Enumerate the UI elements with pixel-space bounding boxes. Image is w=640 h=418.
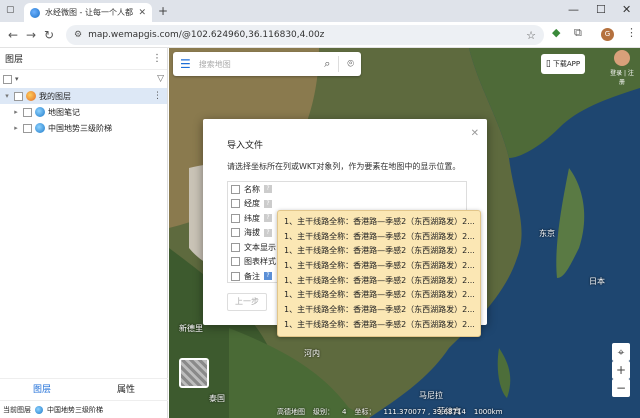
dialog-overlay: 导入文件 ✕ 请选择坐标所在列或WKT对象列，作为要素在地图中的显示位置。 名称… bbox=[169, 48, 640, 418]
filter-icon[interactable]: ▽ bbox=[157, 74, 164, 84]
expand-icon[interactable]: ▾ bbox=[3, 92, 11, 100]
layer-icon bbox=[35, 107, 45, 117]
bookmark-star-icon[interactable]: ☆ bbox=[526, 29, 536, 42]
layer-icon bbox=[35, 405, 43, 414]
close-icon[interactable]: ✕ bbox=[471, 128, 479, 139]
current-layer-label: 当前图层 bbox=[3, 405, 31, 414]
tooltip-line: 1、主干线路全称：香港路—季感2（东西湖路发）2... bbox=[284, 319, 474, 329]
field-value-tooltip: 1、主干线路全称：香港路—季感2（东西湖路发）2... 1、主干线路全称：香港路… bbox=[277, 210, 481, 337]
field-checkbox[interactable] bbox=[231, 242, 240, 252]
tooltip-line: 1、主干线路全称：香港路—季感2（东西湖路发）2... bbox=[284, 261, 474, 271]
layer-folder-icon bbox=[26, 91, 36, 101]
tree-item-my-layers[interactable]: ▾ 我的图层 ⋮ bbox=[0, 88, 167, 104]
profile-avatar[interactable]: G bbox=[601, 28, 614, 41]
extension-icon[interactable]: ◆ bbox=[552, 26, 560, 39]
tooltip-line: 1、主干线路全称：香港路—季感2（东西湖路发）2... bbox=[284, 231, 474, 241]
close-tab-icon[interactable]: ✕ bbox=[138, 8, 146, 18]
help-icon[interactable]: ? bbox=[264, 214, 272, 223]
extensions-puzzle-icon[interactable]: ⧉ bbox=[574, 26, 582, 40]
browser-menu-icon[interactable]: ⋮ bbox=[626, 26, 637, 39]
field-checkbox[interactable] bbox=[231, 271, 240, 281]
tooltip-line: 1、主干线路全称：香港路—季感2（东西湖路发）2... bbox=[284, 217, 474, 226]
field-checkbox[interactable] bbox=[231, 213, 240, 223]
field-label: 名称 bbox=[244, 184, 260, 194]
expand-icon[interactable]: ▸ bbox=[12, 124, 20, 132]
select-all-checkbox[interactable] bbox=[3, 74, 12, 84]
tab-layers[interactable]: 图层 bbox=[0, 379, 84, 400]
site-info-icon[interactable]: ⚙ bbox=[74, 30, 82, 40]
help-icon[interactable]: ? bbox=[264, 199, 272, 208]
browser-nav-bar: ← → ↻ ⚙ map.wemapgis.com/@102.624960,36.… bbox=[0, 22, 640, 48]
close-window-icon[interactable]: ✕ bbox=[622, 3, 631, 16]
tab-title: 水经微图 - 让每一个人都有自己... bbox=[45, 8, 133, 17]
tree-item-map-notes[interactable]: ▸ 地图笔记 bbox=[0, 104, 167, 120]
current-layer-status: 当前图层 中国地势三级阶梯 bbox=[0, 400, 168, 418]
browser-tab[interactable]: 水经微图 - 让每一个人都有自己... ✕ bbox=[24, 3, 152, 22]
tooltip-line: 1、主干线路全称：香港路—季感2（东西湖路发）2... bbox=[284, 275, 474, 285]
help-icon[interactable]: ? bbox=[264, 228, 272, 237]
field-item[interactable]: 经度? bbox=[228, 197, 466, 212]
field-label: 纬度 bbox=[244, 213, 260, 223]
select-dropdown-icon[interactable]: ▾ bbox=[15, 75, 19, 83]
layer-icon bbox=[35, 123, 45, 133]
field-label: 海拔 bbox=[244, 228, 260, 238]
field-label: 图表样式 bbox=[244, 257, 276, 267]
reload-icon[interactable]: ↻ bbox=[40, 28, 58, 42]
help-icon[interactable]: ? bbox=[264, 272, 272, 281]
tab-list-icon[interactable]: ▢ bbox=[6, 5, 18, 17]
tree-item-terrain-steps[interactable]: ▸ 中国地势三级阶梯 bbox=[0, 120, 167, 136]
address-bar[interactable]: ⚙ map.wemapgis.com/@102.624960,36.116830… bbox=[66, 25, 544, 45]
layer-panel-header: 图层 ⋮ bbox=[0, 48, 167, 70]
panel-tabs: 图层 属性 bbox=[0, 378, 168, 400]
dialog-description: 请选择坐标所在列或WKT对象列，作为要素在地图中的显示位置。 bbox=[227, 162, 461, 171]
field-checkbox[interactable] bbox=[231, 199, 240, 209]
new-tab-icon[interactable]: + bbox=[158, 4, 168, 18]
field-checkbox[interactable] bbox=[231, 228, 240, 238]
help-icon[interactable]: ? bbox=[264, 185, 272, 194]
layer-checkbox[interactable] bbox=[23, 107, 32, 117]
tooltip-line: 1、主干线路全称：香港路—季感2（东西湖路发）2... bbox=[284, 290, 474, 300]
field-label: 文本显示 bbox=[244, 242, 276, 252]
tree-item-label: 我的图层 bbox=[39, 91, 71, 101]
field-item[interactable]: 名称? bbox=[228, 182, 466, 197]
layer-panel: 图层 ⋮ ▾ ▽ ▾ 我的图层 ⋮ ▸ 地图笔记 ▸ 中国地势三级阶梯 图层 属… bbox=[0, 48, 168, 418]
maximize-icon[interactable]: ☐ bbox=[596, 3, 606, 16]
field-label: 备注 bbox=[244, 271, 260, 281]
forward-icon[interactable]: → bbox=[22, 28, 40, 42]
layer-checkbox[interactable] bbox=[14, 91, 23, 101]
expand-icon[interactable]: ▸ bbox=[12, 108, 20, 116]
field-label: 经度 bbox=[244, 199, 260, 209]
field-checkbox[interactable] bbox=[231, 257, 240, 267]
previous-step-button[interactable]: 上一步 bbox=[227, 293, 267, 311]
layer-checkbox[interactable] bbox=[23, 123, 32, 133]
tooltip-line: 1、主干线路全称：香港路—季感2（东西湖路发）2... bbox=[284, 305, 474, 315]
back-icon[interactable]: ← bbox=[4, 28, 22, 42]
url-text: map.wemapgis.com/@102.624960,36.116830,4… bbox=[88, 30, 325, 40]
site-favicon-icon bbox=[30, 7, 40, 18]
dialog-title: 导入文件 bbox=[227, 141, 264, 151]
minimize-icon[interactable]: — bbox=[568, 3, 579, 16]
tab-properties[interactable]: 属性 bbox=[84, 379, 168, 400]
tree-item-more-icon[interactable]: ⋮ bbox=[153, 91, 162, 101]
tree-item-label: 中国地势三级阶梯 bbox=[48, 123, 112, 133]
tree-item-label: 地图笔记 bbox=[48, 107, 80, 117]
layer-panel-title: 图层 bbox=[5, 55, 24, 65]
browser-tab-bar: ▢ 水经微图 - 让每一个人都有自己... ✕ + — ☐ ✕ bbox=[0, 0, 640, 22]
tooltip-line: 1、主干线路全称：香港路—季感2（东西湖路发）2... bbox=[284, 246, 474, 256]
layer-toolbar: ▾ ▽ bbox=[0, 70, 167, 88]
field-checkbox[interactable] bbox=[231, 184, 240, 194]
current-layer-name: 中国地势三级阶梯 bbox=[47, 405, 103, 414]
panel-more-icon[interactable]: ⋮ bbox=[152, 53, 162, 64]
